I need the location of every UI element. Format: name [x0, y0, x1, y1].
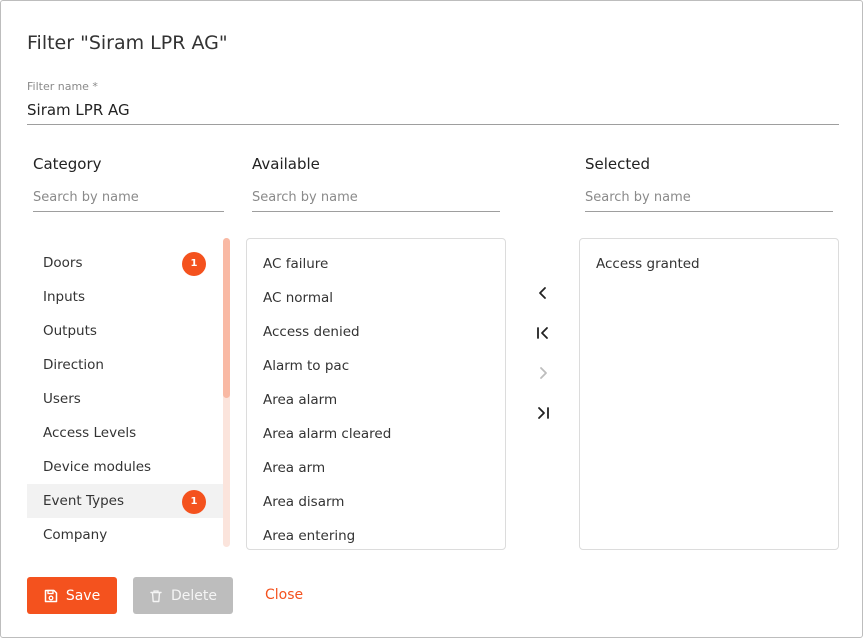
list-item[interactable]: Access granted — [580, 247, 838, 281]
category-item-company[interactable]: Company — [27, 518, 230, 546]
category-search-input[interactable] — [33, 188, 224, 212]
category-heading: Category — [33, 155, 102, 173]
list-item[interactable]: AC normal — [247, 281, 505, 315]
category-item-outputs[interactable]: Outputs — [27, 314, 230, 348]
category-list: Doors 1 Inputs Outputs Direction Users A… — [27, 246, 230, 546]
available-panel: AC failure AC normal Access denied Alarm… — [246, 238, 506, 550]
category-label: Company — [43, 527, 108, 543]
category-label: Event Types — [43, 493, 125, 509]
filter-name-label: Filter name * — [27, 80, 98, 93]
floppy-disk-icon — [44, 589, 58, 602]
count-badge: 1 — [182, 490, 206, 514]
available-list: AC failure AC normal Access denied Alarm… — [247, 239, 505, 549]
chevron-right-icon — [540, 367, 547, 379]
list-item[interactable]: Area alarm cleared — [247, 417, 505, 451]
selected-panel: Access granted — [579, 238, 839, 550]
available-heading: Available — [252, 155, 320, 173]
category-item-direction[interactable]: Direction — [27, 348, 230, 382]
list-item[interactable]: Area disarm — [247, 485, 505, 519]
trash-icon — [150, 589, 162, 602]
move-all-left-button[interactable] — [529, 319, 557, 347]
category-item-doors[interactable]: Doors 1 — [27, 246, 230, 280]
move-left-button[interactable] — [529, 279, 557, 307]
category-label: Device modules — [43, 459, 152, 475]
category-item-event-types[interactable]: Event Types 1 — [27, 484, 230, 518]
chevron-left-icon — [539, 287, 546, 299]
category-item-inputs[interactable]: Inputs — [27, 280, 230, 314]
category-item-access-levels[interactable]: Access Levels — [27, 416, 230, 450]
list-item[interactable]: Access denied — [247, 315, 505, 349]
selected-heading: Selected — [585, 155, 651, 173]
selected-search-input[interactable] — [585, 188, 833, 212]
filter-name-input[interactable] — [27, 99, 839, 125]
category-label: Inputs — [43, 289, 85, 305]
category-scrollbar-thumb[interactable] — [223, 238, 230, 398]
count-badge: 1 — [182, 252, 206, 276]
list-item[interactable]: Area arm — [247, 451, 505, 485]
category-label: Doors — [43, 255, 83, 271]
list-item[interactable]: Alarm to pac — [247, 349, 505, 383]
chevron-right-bar-icon — [538, 407, 549, 419]
delete-button[interactable]: Delete — [133, 577, 233, 614]
list-item[interactable]: Area alarm — [247, 383, 505, 417]
list-item[interactable]: Area entering — [247, 519, 505, 549]
move-all-right-button[interactable] — [529, 399, 557, 427]
list-item[interactable]: AC failure — [247, 247, 505, 281]
dialog-title: Filter "Siram LPR AG" — [27, 32, 228, 54]
category-item-device-modules[interactable]: Device modules — [27, 450, 230, 484]
close-button[interactable]: Close — [253, 577, 315, 614]
save-button[interactable]: Save — [27, 577, 117, 614]
save-button-label: Save — [65, 587, 101, 604]
available-search-input[interactable] — [252, 188, 500, 212]
category-label: Access Levels — [43, 425, 137, 441]
chevron-left-bar-icon — [537, 327, 548, 339]
selected-list: Access granted — [580, 239, 838, 281]
category-item-users[interactable]: Users — [27, 382, 230, 416]
category-label: Users — [43, 391, 81, 407]
category-label: Outputs — [43, 323, 97, 339]
move-right-button[interactable] — [529, 359, 557, 387]
delete-button-label: Delete — [171, 587, 217, 604]
category-label: Direction — [43, 357, 104, 373]
filter-dialog: Filter "Siram LPR AG" Filter name * Cate… — [0, 0, 863, 638]
